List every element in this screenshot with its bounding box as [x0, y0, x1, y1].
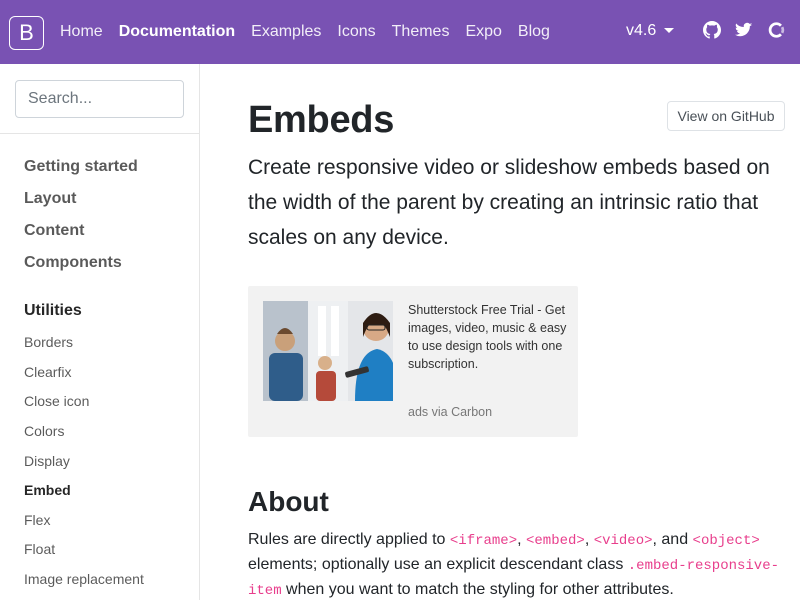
sidebar-group-content[interactable]: Content	[24, 222, 84, 240]
view-on-github-button[interactable]: View on GitHub	[667, 101, 785, 131]
github-icon[interactable]	[703, 21, 721, 39]
code-embed: <embed>	[526, 533, 585, 549]
ad-photo-illustration	[263, 301, 393, 401]
bootstrap-logo[interactable]: B	[9, 16, 44, 50]
main-content: Embeds View on GitHub Create responsive …	[200, 64, 800, 600]
nav-links: Home Documentation Examples Icons Themes…	[60, 0, 566, 64]
about-paragraph: Rules are directly applied to <iframe> , …	[248, 528, 793, 600]
about-text-1: Rules are directly applied to	[248, 531, 450, 548]
about-sep-2: ,	[584, 531, 594, 548]
sidebar-item-colors[interactable]: Colors	[24, 423, 64, 439]
opencollective-icon[interactable]	[767, 21, 785, 39]
page-title: Embeds	[248, 99, 395, 141]
sidebar-item-clearfix[interactable]: Clearfix	[24, 364, 71, 380]
code-object: <object>	[692, 533, 760, 549]
sidebar-item-borders[interactable]: Borders	[24, 334, 73, 350]
sidebar-group-layout[interactable]: Layout	[24, 190, 76, 208]
chevron-down-icon	[664, 28, 675, 34]
search-input[interactable]	[15, 80, 184, 118]
nav-link-home[interactable]: Home	[60, 23, 103, 41]
sidebar-item-flex[interactable]: Flex	[24, 512, 50, 528]
version-label: v4.6	[626, 22, 657, 39]
nav-link-documentation[interactable]: Documentation	[119, 23, 235, 41]
nav-link-icons[interactable]: Icons	[337, 23, 375, 41]
sidebar-item-image-replacement[interactable]: Image replacement	[24, 571, 144, 587]
twitter-icon[interactable]	[735, 21, 753, 39]
nav-link-themes[interactable]: Themes	[392, 23, 450, 41]
code-iframe: <iframe>	[449, 533, 518, 549]
sidebar-group-utilities[interactable]: Utilities	[24, 302, 82, 320]
sidebar-item-close-icon[interactable]: Close icon	[24, 393, 89, 409]
sidebar-item-embed[interactable]: Embed	[24, 482, 71, 498]
sidebar-group-components[interactable]: Components	[24, 254, 122, 272]
ad-poweredby-link[interactable]: ads via Carbon	[408, 405, 492, 419]
nav-link-examples[interactable]: Examples	[251, 23, 321, 41]
about-heading: About	[248, 486, 329, 517]
about-text-3: when you want to match the styling for o…	[281, 581, 674, 598]
nav-link-blog[interactable]: Blog	[518, 23, 550, 41]
about-text-2: elements; optionally use an explicit des…	[248, 556, 628, 573]
lead-paragraph: Create responsive video or slideshow emb…	[248, 156, 770, 249]
sidebar-item-float[interactable]: Float	[24, 541, 55, 557]
about-sep-3: , and	[652, 531, 693, 548]
sidebar: Getting started Layout Content Component…	[0, 64, 200, 600]
ad-text[interactable]: Shutterstock Free Trial - Get images, vi…	[408, 301, 568, 373]
navbar: B Home Documentation Examples Icons Them…	[0, 0, 800, 64]
version-dropdown[interactable]: v4.6	[626, 22, 675, 40]
sidebar-item-display[interactable]: Display	[24, 453, 70, 469]
code-video: <video>	[593, 533, 653, 549]
ad-image[interactable]	[263, 301, 393, 401]
sidebar-group-getting-started[interactable]: Getting started	[24, 158, 138, 176]
nav-link-expo[interactable]: Expo	[465, 23, 501, 41]
carbon-ad: Shutterstock Free Trial - Get images, vi…	[248, 286, 578, 437]
about-sep-1: ,	[517, 531, 526, 548]
